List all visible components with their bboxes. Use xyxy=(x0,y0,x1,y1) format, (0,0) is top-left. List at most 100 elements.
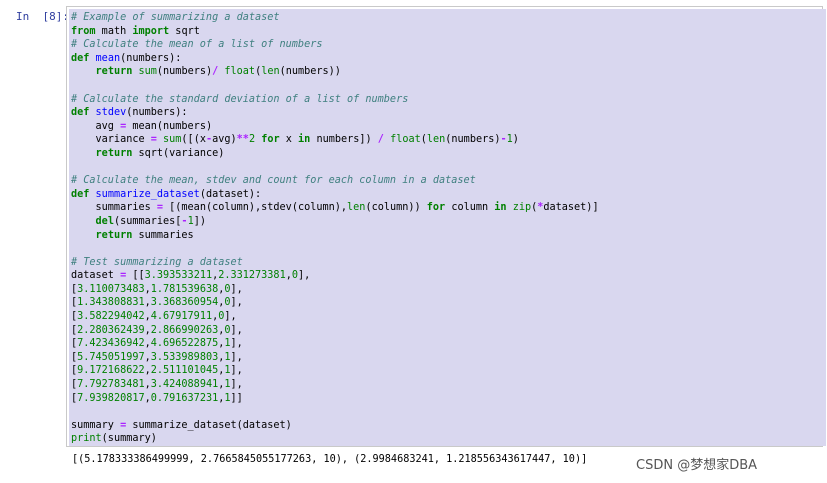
code-token: ], xyxy=(297,270,311,282)
code-token: 7.939820817 xyxy=(77,392,145,404)
code-line: [7.423436942,4.696522875,1], xyxy=(71,338,243,349)
code-line: return sum(numbers)/ float(len(numbers)) xyxy=(71,66,341,77)
code-token: def xyxy=(71,52,90,64)
code-token: dataset)] xyxy=(543,202,599,214)
code-token: # Test summarizing a dataset xyxy=(71,256,243,268)
code-line: return summaries xyxy=(71,230,194,241)
code-token: 0.791637231 xyxy=(150,392,219,404)
code-token: return xyxy=(95,66,133,78)
code-line: [9.172168622,2.511101045,1], xyxy=(71,365,243,376)
code-token: 3.110073483 xyxy=(77,283,145,295)
code-token: len xyxy=(426,134,446,146)
code-token: 1.781539638 xyxy=(150,283,219,295)
code-token: float xyxy=(390,134,421,146)
code-token: 3.393533211 xyxy=(144,270,213,282)
code-token: len xyxy=(347,202,366,214)
code-token: summaries xyxy=(132,229,194,241)
code-line: [1.343808831,3.368360954,0], xyxy=(71,297,243,308)
code-line: # Example of summarizing a dataset xyxy=(71,12,280,23)
code-line: # Calculate the mean of a list of number… xyxy=(71,39,322,50)
cell-prompt: In [8]: xyxy=(16,10,69,23)
code-token: for xyxy=(261,134,280,146)
code-token: summaries xyxy=(71,202,157,214)
code-token: 9.172168622 xyxy=(77,365,145,377)
code-token: numbers]) xyxy=(310,134,378,146)
code-token: x xyxy=(279,134,299,146)
code-token: ], xyxy=(230,351,243,363)
code-token: 2.331273381 xyxy=(218,270,286,282)
code-token: ], xyxy=(230,297,243,309)
code-token: sum xyxy=(163,134,182,146)
code-token: ], xyxy=(224,311,237,323)
code-token: # Calculate the mean of a list of number… xyxy=(71,39,323,51)
code-line: avg = mean(numbers) xyxy=(71,120,213,132)
code-token: ], xyxy=(230,365,243,377)
code-line: summary = summarize_dataset(dataset) xyxy=(71,420,292,431)
code-line: del(summaries[-1]) xyxy=(71,216,206,227)
code-token: import xyxy=(132,25,170,37)
code-token: (numbers)) xyxy=(279,66,341,78)
code-token: return xyxy=(95,229,133,241)
code-line: [5.745051997,3.533989803,1], xyxy=(71,352,243,363)
code-token: ]) xyxy=(193,215,206,227)
code-token: summary xyxy=(71,419,121,431)
code-token: # Calculate the standard deviation of a … xyxy=(71,93,409,105)
code-line: summaries = [(mean(column),stdev(column)… xyxy=(71,202,599,213)
code-line: def summarize_dataset(dataset): xyxy=(71,189,261,200)
code-token: return xyxy=(95,147,133,159)
code-token: sum xyxy=(138,66,157,78)
code-token: len xyxy=(261,66,280,78)
code-line: [3.110073483,1.781539638,0], xyxy=(71,284,243,295)
code-token: ], xyxy=(230,324,243,336)
code-token: summarize_dataset xyxy=(95,188,200,200)
code-token: avg) xyxy=(212,134,237,146)
code-editor[interactable]: # Example of summarizing a dataset from … xyxy=(69,9,826,446)
code-token: 2.280362439 xyxy=(77,324,145,336)
code-token: in xyxy=(494,202,507,214)
code-token: mean(numbers) xyxy=(126,120,213,132)
code-token: def xyxy=(71,107,90,119)
code-line: [3.582294042,4.67917911,0], xyxy=(71,311,237,322)
code-token: sqrt(variance) xyxy=(132,147,225,159)
code-token: from xyxy=(71,25,96,37)
code-line: # Calculate the standard deviation of a … xyxy=(71,94,408,105)
code-token: ], xyxy=(230,379,243,391)
code-token: mean xyxy=(95,52,121,64)
code-line: [7.792783481,3.424088941,1], xyxy=(71,379,243,390)
code-token: del xyxy=(95,215,114,227)
code-token: [[ xyxy=(126,270,145,282)
code-token: 3.368360954 xyxy=(150,297,219,309)
code-token: # Calculate the mean, stdev and count fo… xyxy=(71,175,476,187)
code-cell[interactable]: # Example of summarizing a dataset from … xyxy=(66,6,826,447)
code-token: ([(x xyxy=(181,134,206,146)
code-token: (numbers) xyxy=(445,134,501,146)
code-token: float xyxy=(224,66,256,78)
code-token: (summary) xyxy=(101,433,157,445)
code-token: (numbers) xyxy=(156,66,213,78)
code-token: (numbers): xyxy=(126,107,188,119)
code-token: 7.792783481 xyxy=(77,379,145,391)
code-token: sqrt xyxy=(169,25,200,37)
code-line: def stdev(numbers): xyxy=(71,107,188,118)
code-token: (dataset): xyxy=(199,188,262,200)
code-token: variance xyxy=(71,134,151,146)
code-token: 2.511101045 xyxy=(150,365,219,377)
code-token: stdev xyxy=(95,107,127,119)
code-token: 5.745051997 xyxy=(77,351,145,363)
code-token: 7.423436942 xyxy=(77,338,145,350)
code-token: ], xyxy=(230,283,243,295)
code-token: ], xyxy=(230,338,243,350)
code-token: math xyxy=(95,25,133,37)
code-token: 3.582294042 xyxy=(77,311,145,323)
code-text[interactable]: # Example of summarizing a dataset from … xyxy=(71,11,599,446)
code-token: # Example of summarizing a dataset xyxy=(71,12,280,23)
code-line: variance = sum([(x-avg)**2 for x in numb… xyxy=(71,134,519,145)
code-line: return sqrt(variance) xyxy=(71,147,225,159)
code-token: 4.67917911 xyxy=(150,311,213,323)
code-line: [7.939820817,0.791637231,1]] xyxy=(71,393,243,404)
watermark-text: CSDN @梦想家DBA xyxy=(636,458,758,473)
